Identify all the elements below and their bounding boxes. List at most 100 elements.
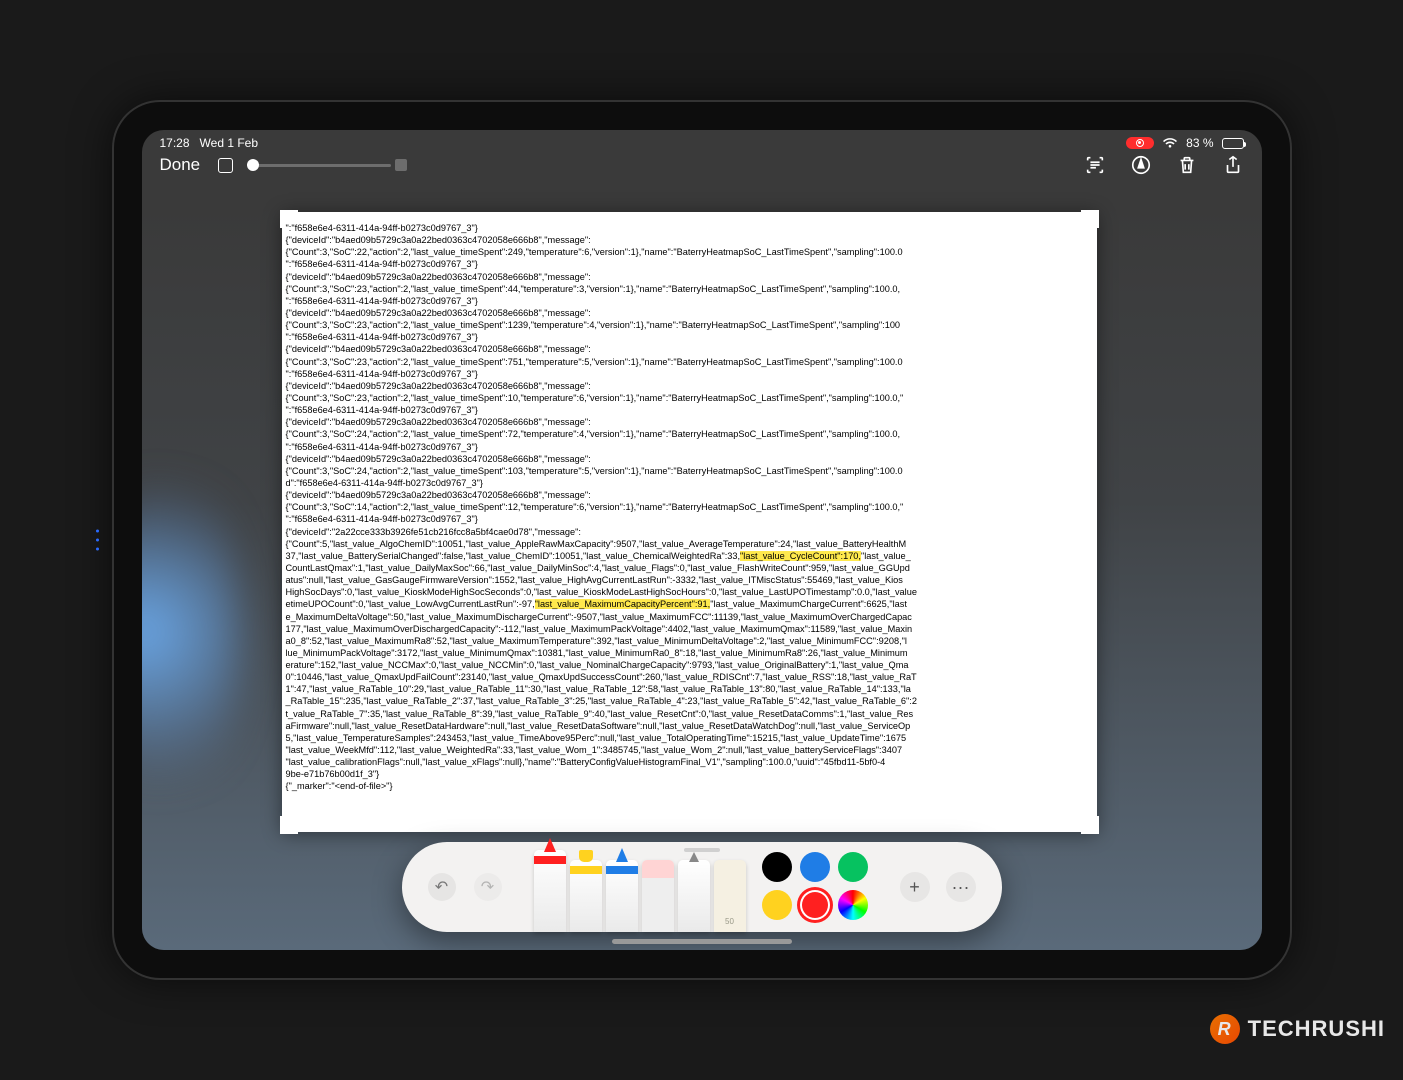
doc-line: ":"f658e6e4-6311-414a-94ff-b0273c0d9767_… bbox=[286, 222, 1093, 234]
doc-line: {"deviceId":"b4aed09b5729c3a0a22bed0363c… bbox=[286, 416, 1093, 428]
doc-line: 37,"last_value_BatterySerialChanged":fal… bbox=[286, 550, 1093, 562]
doc-line: ":"f658e6e4-6311-414a-94ff-b0273c0d9767_… bbox=[286, 368, 1093, 380]
doc-line: {"Count":3,"SoC":23,"action":2,"last_val… bbox=[286, 392, 1093, 404]
document-preview[interactable]: ":"f658e6e4-6311-414a-94ff-b0273c0d9767_… bbox=[282, 212, 1097, 832]
crop-handle-bl[interactable] bbox=[280, 816, 298, 834]
doc-line: CountLastQmax":1,"last_value_DailyMaxSoc… bbox=[286, 562, 1093, 574]
wifi-icon bbox=[1162, 137, 1178, 149]
doc-line: 1":47,"last_value_RaTable_10":29,"last_v… bbox=[286, 683, 1093, 695]
doc-line: ":"f658e6e4-6311-414a-94ff-b0273c0d9767_… bbox=[286, 404, 1093, 416]
doc-line: ":"f658e6e4-6311-414a-94ff-b0273c0d9767_… bbox=[286, 513, 1093, 525]
doc-line: d":"f658e6e4-6311-414a-94ff-b0273c0d9767… bbox=[286, 477, 1093, 489]
doc-line: {"deviceId":"b4aed09b5729c3a0a22bed0363c… bbox=[286, 307, 1093, 319]
crop-tool-button[interactable] bbox=[218, 158, 233, 173]
trash-icon[interactable] bbox=[1176, 154, 1198, 176]
doc-line: 0":10446,"last_value_QmaxUpdFailCount":2… bbox=[286, 671, 1093, 683]
crop-handle-br[interactable] bbox=[1081, 816, 1099, 834]
doc-line: {"Count":3,"SoC":23,"action":2,"last_val… bbox=[286, 283, 1093, 295]
crop-handle-tl[interactable] bbox=[280, 210, 298, 228]
status-date: Wed 1 Feb bbox=[200, 136, 258, 150]
done-button[interactable]: Done bbox=[160, 155, 201, 175]
color-green[interactable] bbox=[838, 852, 868, 882]
doc-line: {"Count":3,"SoC":22,"action":2,"last_val… bbox=[286, 246, 1093, 258]
color-swatches bbox=[762, 852, 870, 922]
doc-line: a0_8":52,"last_value_MaximumRa8":52,"las… bbox=[286, 635, 1093, 647]
highlight-max-capacity: "last_value_MaximumCapacityPercent":91, bbox=[535, 599, 711, 609]
doc-line: {"Count":3,"SoC":23,"action":2,"last_val… bbox=[286, 319, 1093, 331]
add-button[interactable]: + bbox=[900, 872, 930, 902]
smart-connector-dots bbox=[96, 530, 99, 551]
opacity-slider[interactable] bbox=[251, 159, 407, 171]
pencil-tool[interactable] bbox=[606, 860, 638, 932]
more-button[interactable]: ··· bbox=[946, 872, 976, 902]
doc-line: etimeUPOCount":0,"last_value_LowAvgCurre… bbox=[286, 598, 1093, 610]
doc-line: 9be-e71b76b00d1f_3"} bbox=[286, 768, 1093, 780]
doc-line: {"Count":3,"SoC":23,"action":2,"last_val… bbox=[286, 356, 1093, 368]
doc-line: {"deviceId":"b4aed09b5729c3a0a22bed0363c… bbox=[286, 489, 1093, 501]
doc-line: atus":null,"last_value_GasGaugeFirmwareV… bbox=[286, 574, 1093, 586]
doc-line: {"deviceId":"b4aed09b5729c3a0a22bed0363c… bbox=[286, 453, 1093, 465]
slider-end-icon bbox=[395, 159, 407, 171]
ruler-tool[interactable] bbox=[714, 860, 746, 932]
doc-line: ":"f658e6e4-6311-414a-94ff-b0273c0d9767_… bbox=[286, 258, 1093, 270]
watermark-logo-icon: R bbox=[1210, 1014, 1240, 1044]
status-time: 17:28 bbox=[160, 136, 190, 150]
watermark: R TECHRUSHI bbox=[1210, 1014, 1385, 1044]
color-red-selected[interactable] bbox=[800, 890, 830, 920]
screen-recording-pill[interactable] bbox=[1126, 137, 1154, 149]
doc-line: {"Count":5,"last_value_AlgoChemID":10051… bbox=[286, 538, 1093, 550]
slider-thumb[interactable] bbox=[247, 159, 259, 171]
doc-line: {"_marker":"<end-of-file>"} bbox=[286, 780, 1093, 792]
doc-line: "last_value_calibrationFlags":null,"last… bbox=[286, 756, 1093, 768]
background-blur bbox=[142, 462, 242, 802]
doc-line: erature":152,"last_value_NCCMax":0,"last… bbox=[286, 659, 1093, 671]
eraser-tool[interactable] bbox=[642, 860, 674, 932]
share-icon[interactable] bbox=[1222, 154, 1244, 176]
screen: 17:28 Wed 1 Feb 83 % Done bbox=[142, 130, 1262, 950]
doc-line: {"deviceId":"2a22cce333b3926fe51cb216fcc… bbox=[286, 526, 1093, 538]
doc-line: _RaTable_15":235,"last_value_RaTable_2":… bbox=[286, 695, 1093, 707]
doc-line: {"deviceId":"b4aed09b5729c3a0a22bed0363c… bbox=[286, 234, 1093, 246]
record-icon bbox=[1136, 139, 1144, 147]
tools-row bbox=[534, 842, 746, 932]
doc-line: lue_MinimumPackVoltage":3172,"last_value… bbox=[286, 647, 1093, 659]
color-blue[interactable] bbox=[800, 852, 830, 882]
doc-line: aFirmware":null,"last_value_ResetDataHar… bbox=[286, 720, 1093, 732]
doc-line: {"deviceId":"b4aed09b5729c3a0a22bed0363c… bbox=[286, 380, 1093, 392]
doc-line: 177,"last_value_MaximumOverDischargedCap… bbox=[286, 623, 1093, 635]
markup-toolbar: Done bbox=[142, 150, 1262, 186]
color-picker[interactable] bbox=[838, 890, 868, 920]
watermark-text: TECHRUSHI bbox=[1248, 1016, 1385, 1042]
doc-line: t_value_RaTable_7":35,"last_value_RaTabl… bbox=[286, 708, 1093, 720]
doc-line: {"deviceId":"b4aed09b5729c3a0a22bed0363c… bbox=[286, 343, 1093, 355]
doc-line: 5,"last_value_TemperatureSamples":243453… bbox=[286, 732, 1093, 744]
scan-text-icon[interactable] bbox=[1084, 154, 1106, 176]
undo-button[interactable]: ↶ bbox=[428, 873, 456, 901]
doc-line: HighSocDays":0,"last_value_KioskModeHigh… bbox=[286, 586, 1093, 598]
status-bar: 17:28 Wed 1 Feb 83 % bbox=[142, 130, 1262, 150]
ipad-frame: 17:28 Wed 1 Feb 83 % Done bbox=[112, 100, 1292, 980]
battery-icon bbox=[1222, 138, 1244, 149]
home-indicator[interactable] bbox=[612, 939, 792, 944]
battery-percent: 83 % bbox=[1186, 136, 1213, 150]
doc-line: {"deviceId":"b4aed09b5729c3a0a22bed0363c… bbox=[286, 271, 1093, 283]
highlight-cycle-count: "last_value_CycleCount":170, bbox=[740, 551, 861, 561]
doc-line: ":"f658e6e4-6311-414a-94ff-b0273c0d9767_… bbox=[286, 331, 1093, 343]
canvas-area[interactable]: ":"f658e6e4-6311-414a-94ff-b0273c0d9767_… bbox=[142, 202, 1262, 950]
markup-icon[interactable] bbox=[1130, 154, 1152, 176]
doc-line: "last_value_WeekMfd":112,"last_value_Wei… bbox=[286, 744, 1093, 756]
color-yellow[interactable] bbox=[762, 890, 792, 920]
doc-line: e_MaximumDeltaVoltage":50,"last_value_Ma… bbox=[286, 611, 1093, 623]
doc-line: {"Count":3,"SoC":24,"action":2,"last_val… bbox=[286, 465, 1093, 477]
doc-line: {"Count":3,"SoC":24,"action":2,"last_val… bbox=[286, 428, 1093, 440]
markup-tool-palette[interactable]: ↶ ↷ bbox=[402, 842, 1002, 932]
doc-line: {"Count":3,"SoC":14,"action":2,"last_val… bbox=[286, 501, 1093, 513]
doc-line: ":"f658e6e4-6311-414a-94ff-b0273c0d9767_… bbox=[286, 441, 1093, 453]
redo-button[interactable]: ↷ bbox=[474, 873, 502, 901]
doc-line: ":"f658e6e4-6311-414a-94ff-b0273c0d9767_… bbox=[286, 295, 1093, 307]
color-black[interactable] bbox=[762, 852, 792, 882]
pen-tool[interactable] bbox=[534, 850, 566, 932]
lasso-tool[interactable] bbox=[678, 860, 710, 932]
marker-tool[interactable] bbox=[570, 860, 602, 932]
crop-handle-tr[interactable] bbox=[1081, 210, 1099, 228]
